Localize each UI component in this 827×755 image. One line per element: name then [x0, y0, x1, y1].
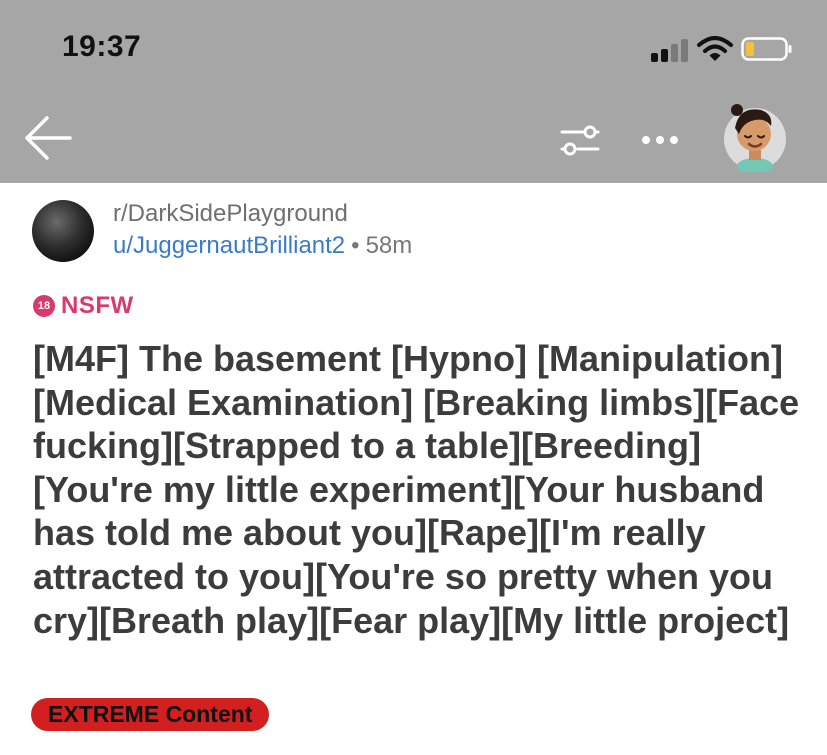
nsfw-tag: 18 NSFW	[33, 292, 134, 320]
meta-separator: •	[351, 232, 360, 259]
post-flair[interactable]: EXTREME Content	[31, 698, 270, 731]
post-meta: u/JuggernautBrilliant2 • 58m	[113, 232, 412, 260]
post-age: 58m	[365, 232, 413, 259]
user-avatar-icon	[724, 104, 786, 172]
status-time: 19:37	[62, 30, 142, 63]
top-bar: 19:37	[0, 0, 827, 183]
nsfw-18-icon: 18	[33, 295, 55, 317]
ellipsis-icon	[642, 136, 678, 144]
back-button[interactable]	[22, 112, 74, 164]
subreddit-name[interactable]: r/DarkSidePlayground	[113, 200, 348, 228]
sliders-icon	[560, 125, 600, 156]
battery-icon	[741, 37, 792, 61]
arrow-left-icon	[25, 116, 72, 160]
nsfw-label: NSFW	[61, 292, 134, 319]
cellular-signal-icon	[651, 38, 691, 62]
wifi-icon	[697, 36, 733, 61]
author-username[interactable]: u/JuggernautBrilliant2	[113, 232, 345, 259]
post-header: r/DarkSidePlayground u/JuggernautBrillia…	[32, 198, 792, 264]
filter-button[interactable]	[558, 122, 602, 158]
user-avatar-button[interactable]	[721, 100, 789, 172]
subreddit-avatar[interactable]	[32, 200, 94, 262]
more-options-button[interactable]	[638, 122, 682, 158]
post-title[interactable]: [M4F] The basement [Hypno] [Manipulation…	[33, 337, 808, 642]
